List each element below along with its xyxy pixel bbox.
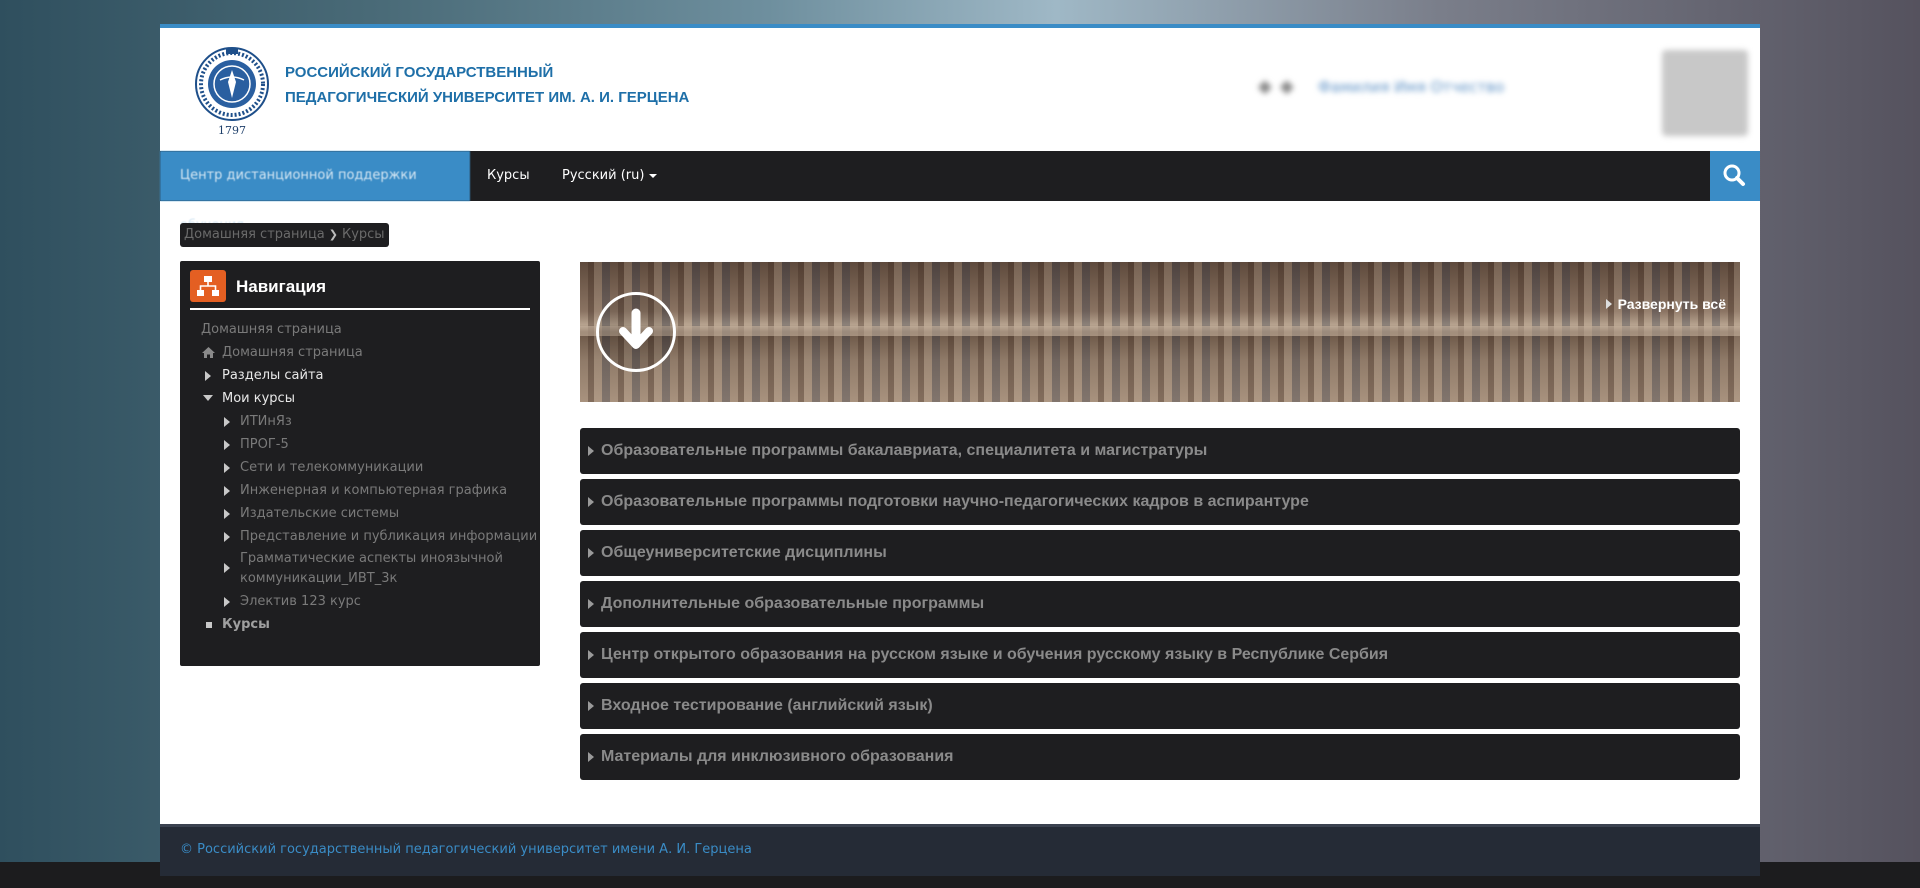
- nav-item-site-sections[interactable]: Разделы сайта: [222, 367, 324, 385]
- caret-right-icon[interactable]: [224, 597, 230, 607]
- caret-right-icon: [588, 701, 594, 711]
- footer-copyright[interactable]: © Российский государственный педагогичес…: [180, 842, 752, 857]
- category-title[interactable]: Центр открытого образования на русском я…: [601, 646, 1388, 663]
- nav-courses-link[interactable]: Курсы: [487, 151, 530, 201]
- caret-right-icon[interactable]: [224, 463, 230, 473]
- caret-down-icon[interactable]: [203, 395, 213, 401]
- nav-item-home-top[interactable]: Домашняя страница: [201, 321, 342, 339]
- caret-right-icon: [588, 548, 594, 558]
- nav-item-courses[interactable]: Курсы: [222, 616, 270, 634]
- breadcrumb-home[interactable]: Домашняя страница: [184, 227, 325, 242]
- nav-item-course[interactable]: Издательские системы: [240, 505, 399, 523]
- category-title[interactable]: Материалы для инклюзивного образования: [601, 748, 954, 765]
- university-name[interactable]: РОССИЙСКИЙ ГОСУДАРСТВЕННЫЙ ПЕДАГОГИЧЕСКИ…: [285, 60, 689, 110]
- category-title[interactable]: Общеуниверситетские дисциплины: [601, 544, 887, 561]
- notification-icons[interactable]: ◆◆: [1258, 76, 1302, 97]
- bookshelf-image: [580, 326, 1740, 336]
- nav-item-course[interactable]: Электив 123 курс: [240, 593, 361, 611]
- avatar[interactable]: [1662, 50, 1748, 136]
- sitemap-icon: [190, 270, 226, 302]
- bell-icon[interactable]: ◆: [1258, 76, 1280, 97]
- university-name-line1: РОССИЙСКИЙ ГОСУДАРСТВЕННЫЙ: [285, 64, 554, 81]
- chat-icon[interactable]: ◆: [1280, 76, 1302, 97]
- expand-all-label: Развернуть всё: [1617, 296, 1726, 312]
- category-item[interactable]: Дополнительные образовательные программы: [580, 581, 1740, 627]
- caret-right-icon[interactable]: [205, 371, 211, 381]
- category-title[interactable]: Входное тестирование (английский язык): [601, 697, 933, 714]
- bullet-square-icon: [206, 622, 212, 628]
- home-icon: [202, 347, 215, 358]
- nav-item-course[interactable]: ПРОГ-5: [240, 436, 289, 454]
- main-navbar: Центр дистанционной поддержки обучения К…: [160, 151, 1760, 233]
- site-header: 1797 РОССИЙСКИЙ ГОСУДАРСТВЕННЫЙ ПЕДАГОГИ…: [160, 28, 1760, 151]
- search-icon: [1723, 164, 1745, 186]
- caret-right-icon: [588, 599, 594, 609]
- user-menu[interactable]: ◆◆ Фамилия Имя Отчество: [1248, 46, 1748, 136]
- caret-right-icon[interactable]: [224, 440, 230, 450]
- caret-right-icon: [588, 752, 594, 762]
- caret-right-icon[interactable]: [224, 486, 230, 496]
- navigation-block-header: Навигация: [190, 269, 530, 310]
- caret-right-icon: [588, 497, 594, 507]
- category-item[interactable]: Центр открытого образования на русском я…: [580, 632, 1740, 678]
- breadcrumb: Домашняя страница ❯ Курсы: [180, 223, 389, 247]
- user-name[interactable]: Фамилия Имя Отчество: [1318, 78, 1504, 96]
- navigation-block: Навигация Домашняя страница Домашняя стр…: [180, 261, 540, 666]
- category-title[interactable]: Дополнительные образовательные программы: [601, 595, 984, 612]
- caret-down-icon: [649, 173, 658, 178]
- nav-item-course[interactable]: Представление и публикация информации: [240, 528, 537, 546]
- nav-item-course-line2[interactable]: коммуникации_ИВТ_3к: [240, 570, 397, 588]
- language-menu[interactable]: Русский ‎(ru)‎: [562, 151, 658, 201]
- nav-item-home[interactable]: Домашняя страница: [222, 344, 363, 362]
- university-name-line2: ПЕДАГОГИЧЕСКИЙ УНИВЕРСИТЕТ ИМ. А. И. ГЕР…: [285, 89, 690, 106]
- caret-right-icon: [588, 650, 594, 660]
- category-banner: Развернуть всё: [580, 262, 1740, 402]
- navigation-block-title: Навигация: [236, 277, 326, 296]
- site-footer: © Российский государственный педагогичес…: [160, 824, 1760, 876]
- category-item[interactable]: Образовательные программы бакалавриата, …: [580, 428, 1740, 474]
- category-item[interactable]: Образовательные программы подготовки нау…: [580, 479, 1740, 525]
- nav-item-course[interactable]: Сети и телекоммуникации: [240, 459, 423, 477]
- collapse-toggle[interactable]: [596, 292, 676, 372]
- nav-item-my-courses[interactable]: Мои курсы: [222, 390, 295, 408]
- nav-item-course-line1[interactable]: Грамматические аспекты иноязычной: [240, 550, 503, 568]
- nav-item-course[interactable]: Инженерная и компьютерная графика: [240, 482, 507, 500]
- logo-year: 1797: [218, 124, 246, 137]
- chevron-right-icon: ❯: [328, 228, 338, 241]
- language-label: Русский ‎(ru)‎: [562, 168, 645, 183]
- caret-right-icon[interactable]: [224, 509, 230, 519]
- category-item[interactable]: Общеуниверситетские дисциплины: [580, 530, 1740, 576]
- caret-right-icon: [588, 446, 594, 456]
- caret-right-icon: [1605, 299, 1612, 309]
- caret-right-icon[interactable]: [224, 417, 230, 427]
- university-logo[interactable]: 1797: [192, 46, 272, 140]
- category-title[interactable]: Образовательные программы подготовки нау…: [601, 493, 1309, 510]
- breadcrumb-current[interactable]: Курсы: [342, 227, 385, 242]
- category-item[interactable]: Материалы для инклюзивного образования: [580, 734, 1740, 780]
- site-name-link[interactable]: Центр дистанционной поддержки обучения: [160, 151, 470, 233]
- expand-all-link[interactable]: Развернуть всё: [1605, 296, 1726, 312]
- search-button[interactable]: [1710, 151, 1760, 201]
- page-container: 1797 РОССИЙСКИЙ ГОСУДАРСТВЕННЫЙ ПЕДАГОГИ…: [160, 24, 1760, 876]
- category-item[interactable]: Входное тестирование (английский язык): [580, 683, 1740, 729]
- arrow-down-icon: [619, 308, 653, 349]
- nav-item-course[interactable]: ИТИнЯз: [240, 413, 292, 431]
- category-title[interactable]: Образовательные программы бакалавриата, …: [601, 442, 1207, 459]
- caret-right-icon[interactable]: [224, 563, 230, 573]
- caret-right-icon[interactable]: [224, 532, 230, 542]
